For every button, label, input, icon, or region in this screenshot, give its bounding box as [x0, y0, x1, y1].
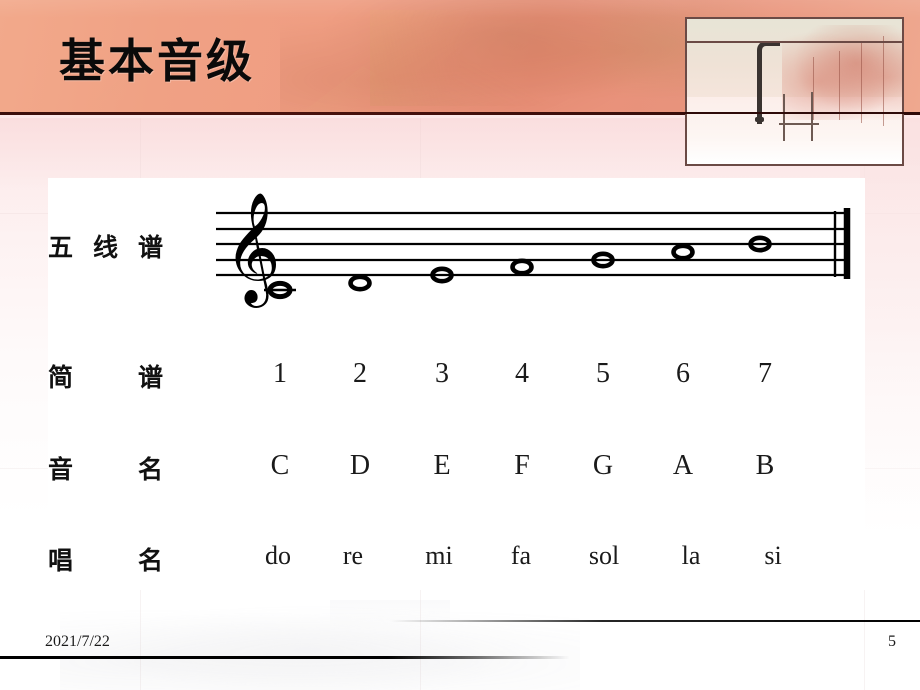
photo-frame-inner-rule [687, 41, 902, 43]
treble-clef-icon: 𝄞 [224, 191, 281, 308]
cell-solfege-fa: fa [510, 541, 532, 570]
row-label-numbered-notation: 简 谱 [48, 363, 184, 392]
page-title: 基本音级 [59, 34, 255, 88]
cell-numbered-3: 3 [435, 358, 449, 389]
footer-rule-top [390, 620, 920, 622]
footer-ghost-image [330, 600, 450, 630]
footer-page-number: 5 [888, 633, 896, 650]
cell-solfege-mi: mi [425, 541, 453, 570]
note-head-B [748, 235, 772, 253]
header-highlight [0, 0, 920, 18]
cell-pitch-G: G [592, 450, 614, 481]
photo-frame-cross-rule [685, 112, 904, 114]
cell-solfege-re: re [342, 541, 364, 570]
slide-root: 基本音级 𝄞 五线谱 简 谱 音 名 唱 名 1 2 3 4 5 6 7 C D… [0, 0, 920, 690]
decorative-photo-frame [685, 17, 904, 166]
cell-numbered-5: 5 [596, 358, 610, 389]
note-head-A [671, 243, 695, 261]
cell-pitch-A: A [672, 450, 694, 481]
photo-twig [813, 56, 814, 121]
cell-pitch-B: B [755, 450, 775, 481]
photo-twig [839, 50, 840, 121]
final-barline [833, 208, 851, 279]
note-head-D [348, 274, 372, 292]
row-label-pitch-names: 音 名 [48, 455, 184, 484]
header-photo-texture [370, 10, 600, 106]
note-head-G [591, 251, 615, 269]
photo-fence-rail [779, 123, 819, 126]
row-label-staff-notation: 五线谱 [48, 233, 184, 262]
cell-solfege-si: si [764, 541, 782, 570]
note-head-F [510, 258, 534, 276]
cell-numbered-7: 7 [758, 358, 772, 389]
note-head-C [267, 280, 293, 300]
cell-pitch-E: E [433, 450, 451, 481]
note-head-E [430, 266, 454, 284]
header-roof-shapes [300, 66, 440, 114]
content-panel: 𝄞 五线谱 简 谱 音 名 唱 名 1 2 3 4 5 6 7 C D E F … [48, 178, 865, 590]
cell-solfege-do: do [265, 541, 291, 570]
photo-fence-post [783, 94, 785, 141]
bg-wash-right [860, 118, 920, 538]
staff-lines [216, 211, 848, 277]
cell-numbered-6: 6 [676, 358, 690, 389]
cell-solfege-sol: sol [588, 541, 620, 570]
cell-pitch-D: D [349, 450, 371, 481]
cell-solfege-la: la [681, 541, 701, 570]
staff-notes [264, 235, 772, 300]
photo-pipe-foot [755, 117, 764, 122]
photo-fence-post [811, 91, 813, 141]
cell-numbered-4: 4 [515, 358, 529, 389]
footer-date: 2021/7/22 [45, 633, 110, 650]
footer-ghost-image [60, 596, 580, 690]
footer-rule-bottom [0, 656, 570, 659]
cell-numbered-2: 2 [353, 358, 367, 389]
row-label-solfege-names: 唱 名 [48, 546, 184, 575]
header-photo-texture [280, 0, 700, 114]
cell-pitch-F: F [514, 450, 530, 481]
cell-pitch-C: C [270, 450, 290, 481]
cell-numbered-1: 1 [273, 358, 287, 389]
